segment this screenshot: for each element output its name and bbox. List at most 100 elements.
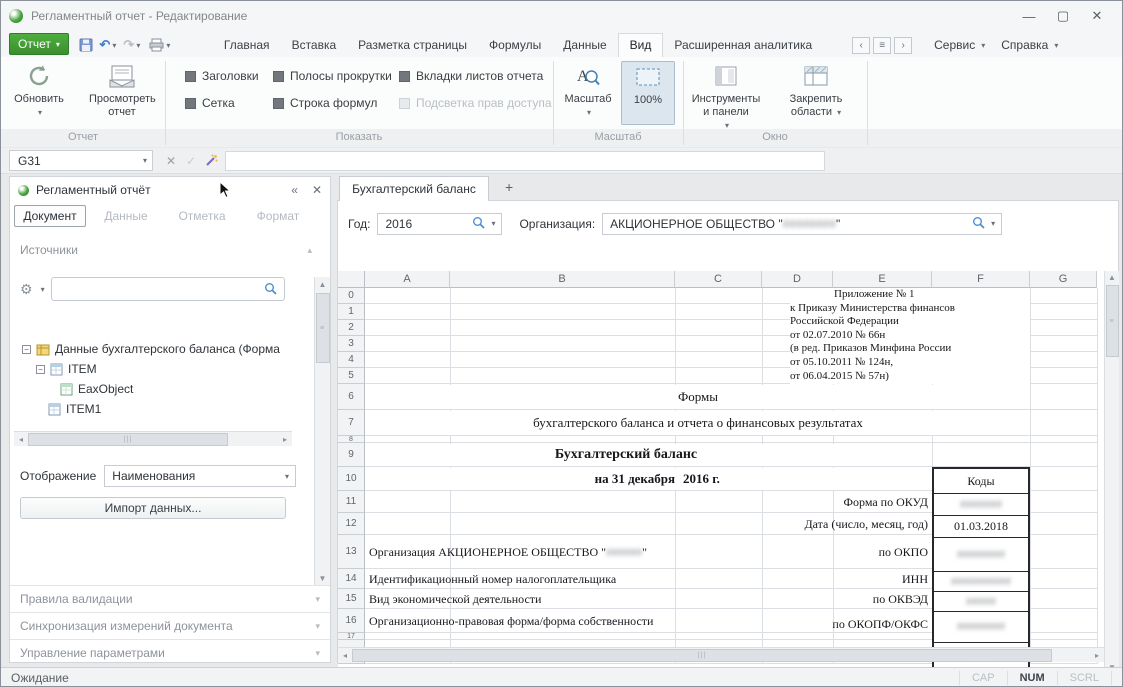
year-combo[interactable]: 2016 ▾ [377, 213, 502, 235]
scroll-down-icon[interactable]: ▼ [315, 571, 330, 585]
checkbox-scrollbars[interactable]: Полосы прокрутки [273, 69, 392, 83]
preview-report-button[interactable]: Просмотреть отчет [89, 61, 155, 119]
cell-opf-code-label[interactable]: по ОКОПФ/ОКФС [688, 609, 928, 640]
cell-okved-value[interactable]: ##### [934, 591, 1028, 611]
collapse-panel-icon[interactable]: « [291, 183, 298, 197]
cell-report-title[interactable]: Бухгалтерский баланс [366, 444, 886, 466]
row-header[interactable]: 8 [338, 436, 365, 443]
panel-tab-format[interactable]: Формат [242, 205, 314, 227]
help-menu[interactable]: Справка▾ [993, 34, 1066, 57]
collapse-node-icon[interactable]: − [22, 345, 31, 354]
row-header[interactable]: 3 [338, 336, 365, 352]
undo-button[interactable]: ↶▾ [97, 35, 119, 55]
cell-opf-value[interactable]: ######## [934, 611, 1028, 642]
scrollbar-thumb[interactable]: ≡ [1106, 285, 1119, 357]
search-icon[interactable] [472, 216, 485, 232]
search-input[interactable] [51, 277, 285, 301]
ribbon-tab-advanced-analytics[interactable]: Расширенная аналитика [663, 34, 823, 57]
collapse-node-icon[interactable]: − [36, 365, 45, 374]
ribbon-tab-home[interactable]: Главная [213, 34, 281, 57]
cell-name-box[interactable]: G31 ▾ [9, 150, 153, 171]
row-header[interactable]: 15 [338, 589, 365, 609]
zoom-100-button[interactable]: 100% [621, 61, 675, 125]
close-panel-icon[interactable]: ✕ [312, 183, 322, 197]
scroll-right-icon[interactable]: ▸ [278, 435, 292, 444]
search-icon[interactable] [264, 282, 277, 298]
column-header-a[interactable]: A [365, 271, 450, 288]
scrollbar-thumb[interactable]: ||| [352, 649, 1052, 662]
row-header[interactable]: 13 [338, 535, 365, 569]
cell-report-date[interactable]: на 31 декабря 2016 г. [450, 468, 932, 490]
panel-tab-document[interactable]: Документ [14, 205, 86, 227]
row-header[interactable]: 16 [338, 609, 365, 633]
row-header[interactable]: 10 [338, 467, 365, 491]
service-menu[interactable]: Сервис▾ [926, 34, 993, 57]
cell-inn-code-label[interactable]: ИНН [688, 569, 928, 589]
sheet-vertical-scrollbar[interactable]: ▲ ≡ ▼ [1104, 271, 1119, 674]
grid-corner[interactable] [338, 271, 365, 288]
row-header[interactable]: 2 [338, 320, 365, 336]
save-button[interactable] [75, 35, 97, 55]
tree-node-root[interactable]: − Данные бухгалтерского баланса (Форма [22, 339, 294, 359]
ribbon-tab-data[interactable]: Данные [552, 34, 617, 57]
cell-date-value[interactable]: 01.03.2018 [934, 515, 1028, 537]
ribbon-prev-button[interactable]: ‹ [852, 37, 870, 54]
close-button[interactable]: ✕ [1080, 4, 1114, 28]
add-sheet-button[interactable]: + [505, 179, 513, 195]
refresh-button[interactable]: Обновить ▾ [11, 61, 67, 119]
ribbon-tab-view[interactable]: Вид [618, 33, 664, 57]
sheet-tab-balance[interactable]: Бухгалтерский баланс [339, 176, 489, 201]
report-menu-button[interactable]: Отчет ▾ [9, 33, 69, 55]
cell-inn-value[interactable]: ########## [934, 571, 1028, 591]
tree-node-item1[interactable]: ITEM1 [22, 399, 294, 419]
cell-date-label[interactable]: Дата (число, месяц, год) [688, 513, 928, 535]
cell-okud-label[interactable]: Форма по ОКУД [688, 491, 928, 513]
row-header[interactable]: 5 [338, 368, 365, 384]
scrollbar-thumb[interactable]: ||| [28, 433, 228, 446]
tree-node-item[interactable]: − ITEM [22, 359, 294, 379]
column-header-c[interactable]: C [675, 271, 762, 288]
cell-legal-note[interactable]: Приложение № 1 к Приказу Министерства фи… [790, 288, 1030, 384]
column-header-d[interactable]: D [762, 271, 833, 288]
minimize-button[interactable]: — [1012, 4, 1046, 28]
scroll-up-icon[interactable]: ▲ [1105, 271, 1119, 284]
ribbon-list-button[interactable]: ≡ [873, 37, 891, 54]
tree-node-eaxobject[interactable]: EaxObject [22, 379, 294, 399]
row-header[interactable]: 0 [338, 288, 365, 304]
freeze-panes-button[interactable]: Закрепить области ▾ [771, 61, 861, 119]
row-header[interactable]: 12 [338, 513, 365, 535]
ribbon-next-button[interactable]: › [894, 37, 912, 54]
cell-okud-value[interactable]: ####### [934, 493, 1028, 515]
formula-input[interactable] [225, 151, 825, 171]
cell-okved-label[interactable]: Вид экономической деятельности [369, 589, 541, 609]
row-header[interactable]: 17 [338, 633, 365, 640]
panel-vertical-scrollbar[interactable]: ▲ ≡ ▼ [314, 277, 330, 585]
cell-title-forms[interactable]: Формы [366, 385, 1030, 409]
ribbon-tab-formulas[interactable]: Формулы [478, 34, 552, 57]
section-dimension-sync[interactable]: Синхронизация измерений документа ▾ [10, 612, 330, 639]
search-icon[interactable] [972, 216, 985, 232]
cell-okpo-label[interactable]: по ОКПО [688, 535, 928, 569]
tree-horizontal-scrollbar[interactable]: ◂ ||| ▸ [14, 431, 292, 446]
cell-opf-label[interactable]: Организационно-правовая форма/форма собс… [369, 609, 653, 633]
ribbon-tab-insert[interactable]: Вставка [281, 34, 348, 57]
checkbox-formula-row[interactable]: Строка формул [273, 96, 377, 110]
organization-combo[interactable]: АКЦИОНЕРНОЕ ОБЩЕСТВО "########" ▾ [602, 213, 1002, 235]
row-header[interactable]: 6 [338, 384, 365, 410]
sheet-horizontal-scrollbar[interactable]: ◂ ||| ▸ [338, 647, 1104, 662]
column-header-f[interactable]: F [932, 271, 1030, 288]
panel-tab-mark[interactable]: Отметка [166, 205, 238, 227]
formula-wizard-button[interactable] [201, 151, 221, 171]
column-header-g[interactable]: G [1030, 271, 1097, 288]
scrollbar-thumb[interactable]: ≡ [316, 293, 330, 363]
scroll-left-icon[interactable]: ◂ [338, 651, 352, 660]
row-header[interactable]: 1 [338, 304, 365, 320]
maximize-button[interactable]: ▢ [1046, 4, 1080, 28]
row-header[interactable]: 9 [338, 443, 365, 467]
spreadsheet-grid[interactable]: A B C D E F G 0 1 2 3 4 5 6 7 8 9 [338, 271, 1105, 674]
cell-okpo-value[interactable]: ######## [934, 537, 1028, 571]
display-dropdown[interactable]: Наименования ▾ [104, 465, 296, 487]
cell-inn-label[interactable]: Идентификационный номер налогоплательщик… [369, 569, 616, 589]
row-header[interactable]: 11 [338, 491, 365, 513]
row-header[interactable]: 7 [338, 410, 365, 436]
